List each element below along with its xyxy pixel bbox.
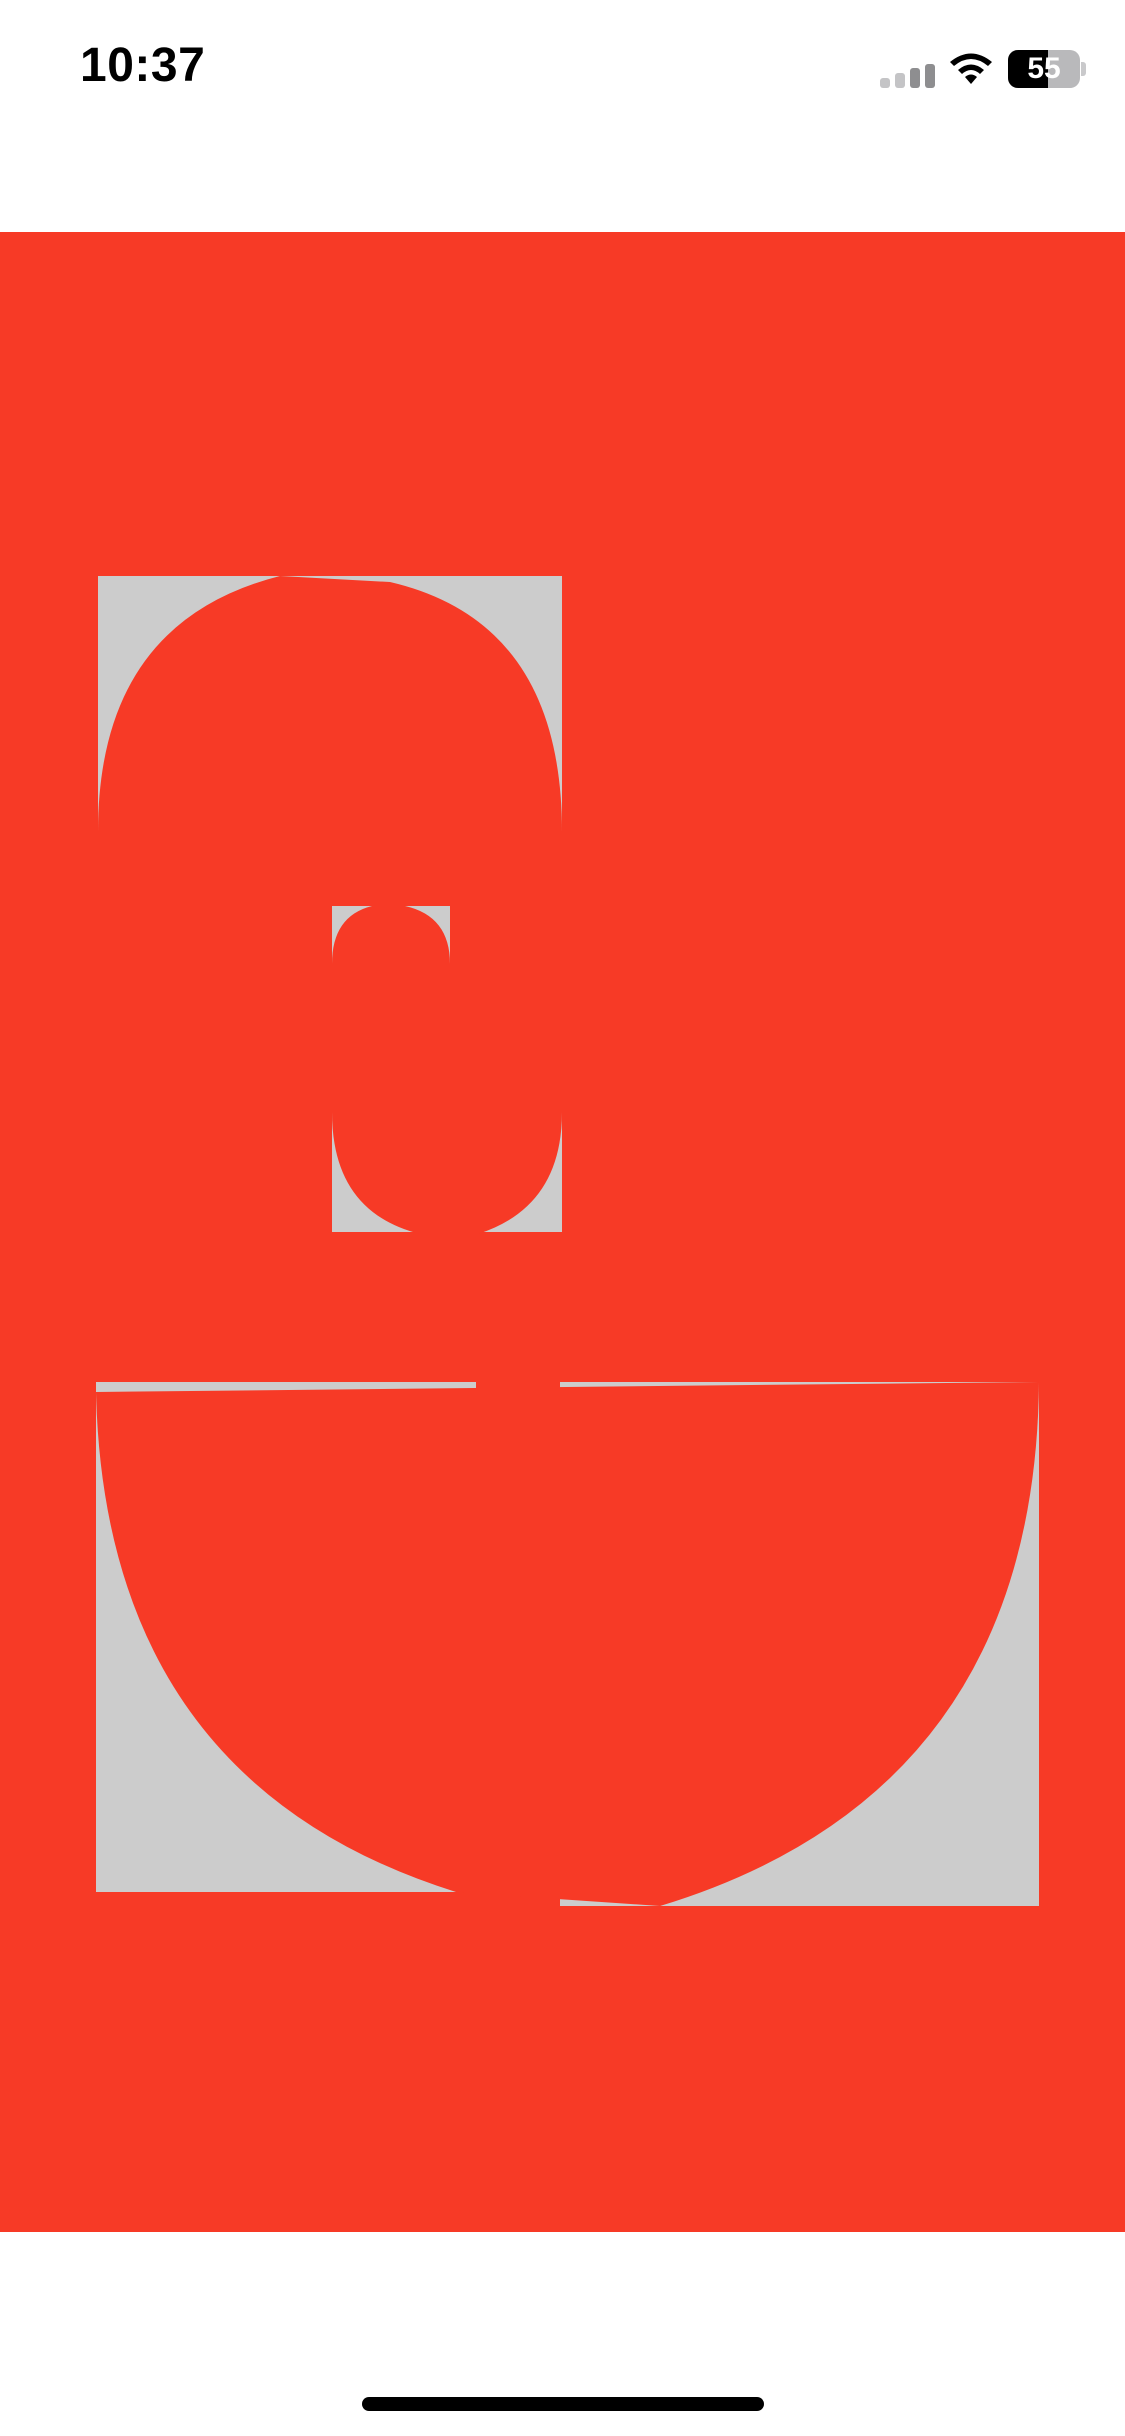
shape-canvas-svg bbox=[96, 576, 1039, 1906]
status-bar: 10:37 55 bbox=[0, 0, 1125, 140]
battery-percent-label: 55 bbox=[1027, 52, 1061, 85]
home-indicator[interactable] bbox=[362, 2397, 764, 2411]
cellular-signal-icon bbox=[880, 64, 935, 88]
large-shape-tile[interactable] bbox=[98, 576, 562, 1076]
battery-cap bbox=[1081, 62, 1086, 76]
status-time: 10:37 bbox=[80, 39, 206, 92]
rounded-shape bbox=[98, 576, 562, 1076]
shape-canvas[interactable] bbox=[0, 232, 1125, 2232]
wifi-icon bbox=[950, 53, 992, 84]
battery-icon: 55 bbox=[1008, 50, 1080, 88]
bottom-shape-tile[interactable] bbox=[96, 1382, 1039, 1906]
